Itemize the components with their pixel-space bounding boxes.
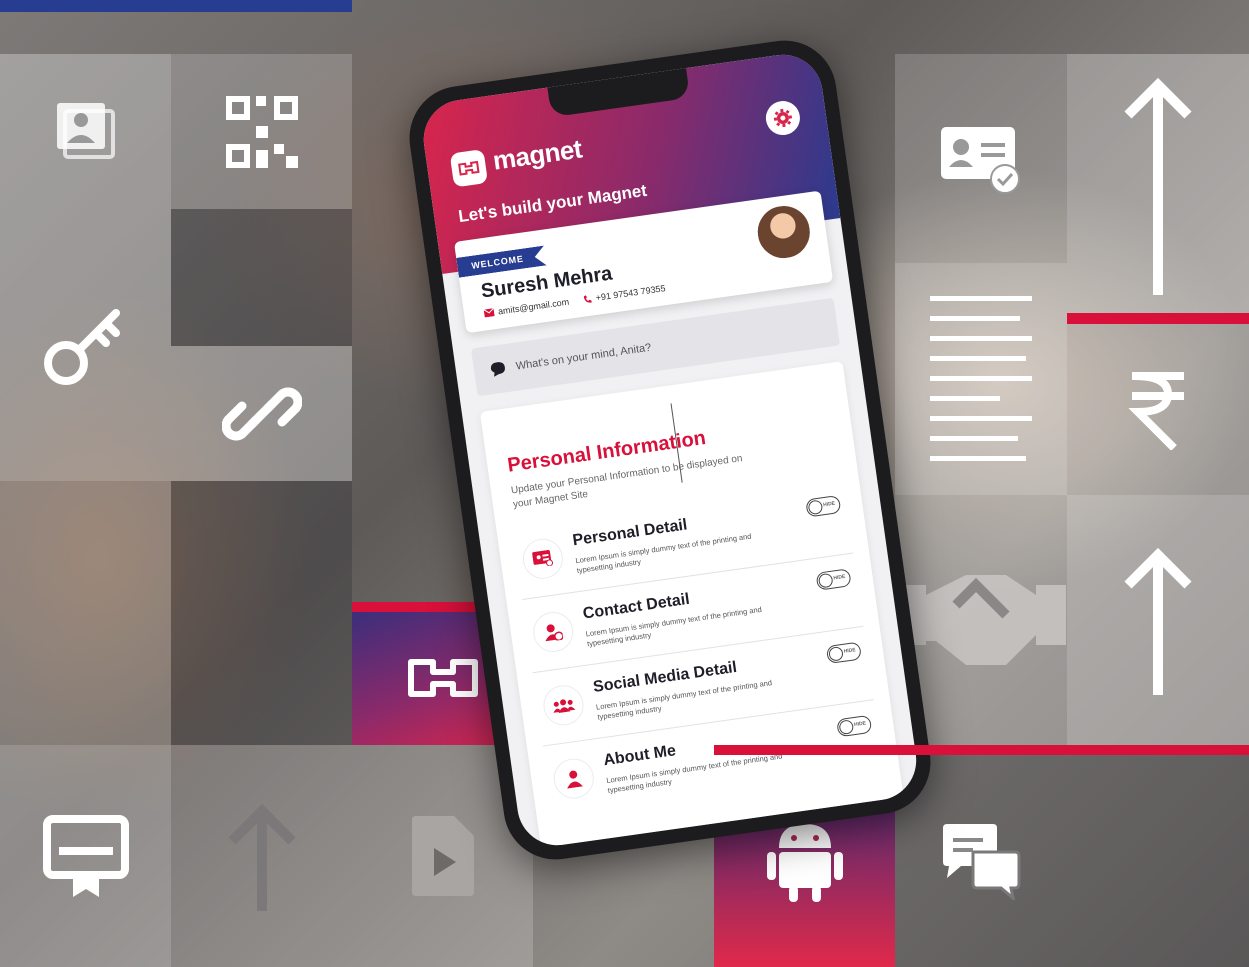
personal-info-card: Personal Information Update your Persona… xyxy=(479,361,904,848)
tile-blank-3 xyxy=(171,481,352,745)
blue-accent-bar xyxy=(0,0,352,12)
settings-button[interactable] xyxy=(763,98,803,138)
arrow-up-icon xyxy=(1118,545,1198,695)
id-card-icon xyxy=(520,536,566,582)
tile-qr xyxy=(171,54,352,209)
avatar[interactable] xyxy=(752,200,816,264)
chat-icon xyxy=(939,822,1023,900)
eye-slash-icon xyxy=(817,572,834,589)
id-verified-icon xyxy=(939,123,1023,195)
tile-arrow-2 xyxy=(1067,54,1249,316)
red-accent-bar-3 xyxy=(714,745,1249,755)
rupee-icon xyxy=(1128,370,1188,450)
tile-blank-1 xyxy=(0,481,171,745)
tile-blank-2 xyxy=(171,209,352,346)
gear-icon xyxy=(773,108,793,128)
arrow-up-icon xyxy=(222,801,302,911)
mail-icon xyxy=(483,308,495,318)
phone-icon xyxy=(583,294,592,303)
tile-link xyxy=(171,346,352,481)
tile-arrow-3 xyxy=(1067,495,1249,745)
visibility-toggle[interactable]: HIDE xyxy=(815,568,852,591)
chat-bubble-icon xyxy=(490,362,505,377)
eye-slash-icon xyxy=(838,719,855,736)
group-icon xyxy=(540,682,587,728)
tile-key xyxy=(0,209,171,481)
contact-user-icon xyxy=(530,609,576,655)
toggle-label: HIDE xyxy=(833,573,846,582)
photo-stack-icon xyxy=(51,97,121,167)
link-icon xyxy=(221,374,302,454)
document-lines-icon xyxy=(926,294,1036,464)
qr-code-icon xyxy=(225,95,298,168)
eye-slash-icon xyxy=(807,499,824,516)
composer-placeholder: What's on your mind, Anita? xyxy=(515,341,653,373)
tile-arrow-1 xyxy=(171,745,352,967)
visibility-toggle[interactable]: HIDE xyxy=(836,714,873,738)
toggle-label: HIDE xyxy=(843,647,857,655)
app-logo-text: magnet xyxy=(490,133,584,176)
eye-slash-icon xyxy=(828,645,844,662)
tile-photos xyxy=(0,54,171,209)
red-accent-bar-2 xyxy=(1067,313,1249,324)
tile-certificate xyxy=(0,745,171,967)
tile-blank-4 xyxy=(1067,755,1249,967)
user-icon xyxy=(551,755,597,802)
key-icon xyxy=(36,295,136,395)
tile-id-verified xyxy=(895,54,1067,263)
magnet-logo-icon xyxy=(449,149,489,188)
video-file-icon xyxy=(408,814,478,898)
android-icon xyxy=(765,818,845,904)
certificate-icon xyxy=(41,811,131,901)
handshake-icon xyxy=(896,565,1066,675)
visibility-toggle[interactable]: HIDE xyxy=(805,494,842,518)
visibility-toggle[interactable]: HIDE xyxy=(825,641,862,665)
magnet-logo-icon xyxy=(403,656,483,700)
tile-rupee xyxy=(1067,324,1249,495)
tile-document xyxy=(895,263,1067,495)
toggle-label: HIDE xyxy=(853,720,867,729)
list-item-title: About Me xyxy=(602,742,677,770)
arrow-up-icon xyxy=(1118,75,1198,295)
toggle-label: HIDE xyxy=(822,500,836,509)
